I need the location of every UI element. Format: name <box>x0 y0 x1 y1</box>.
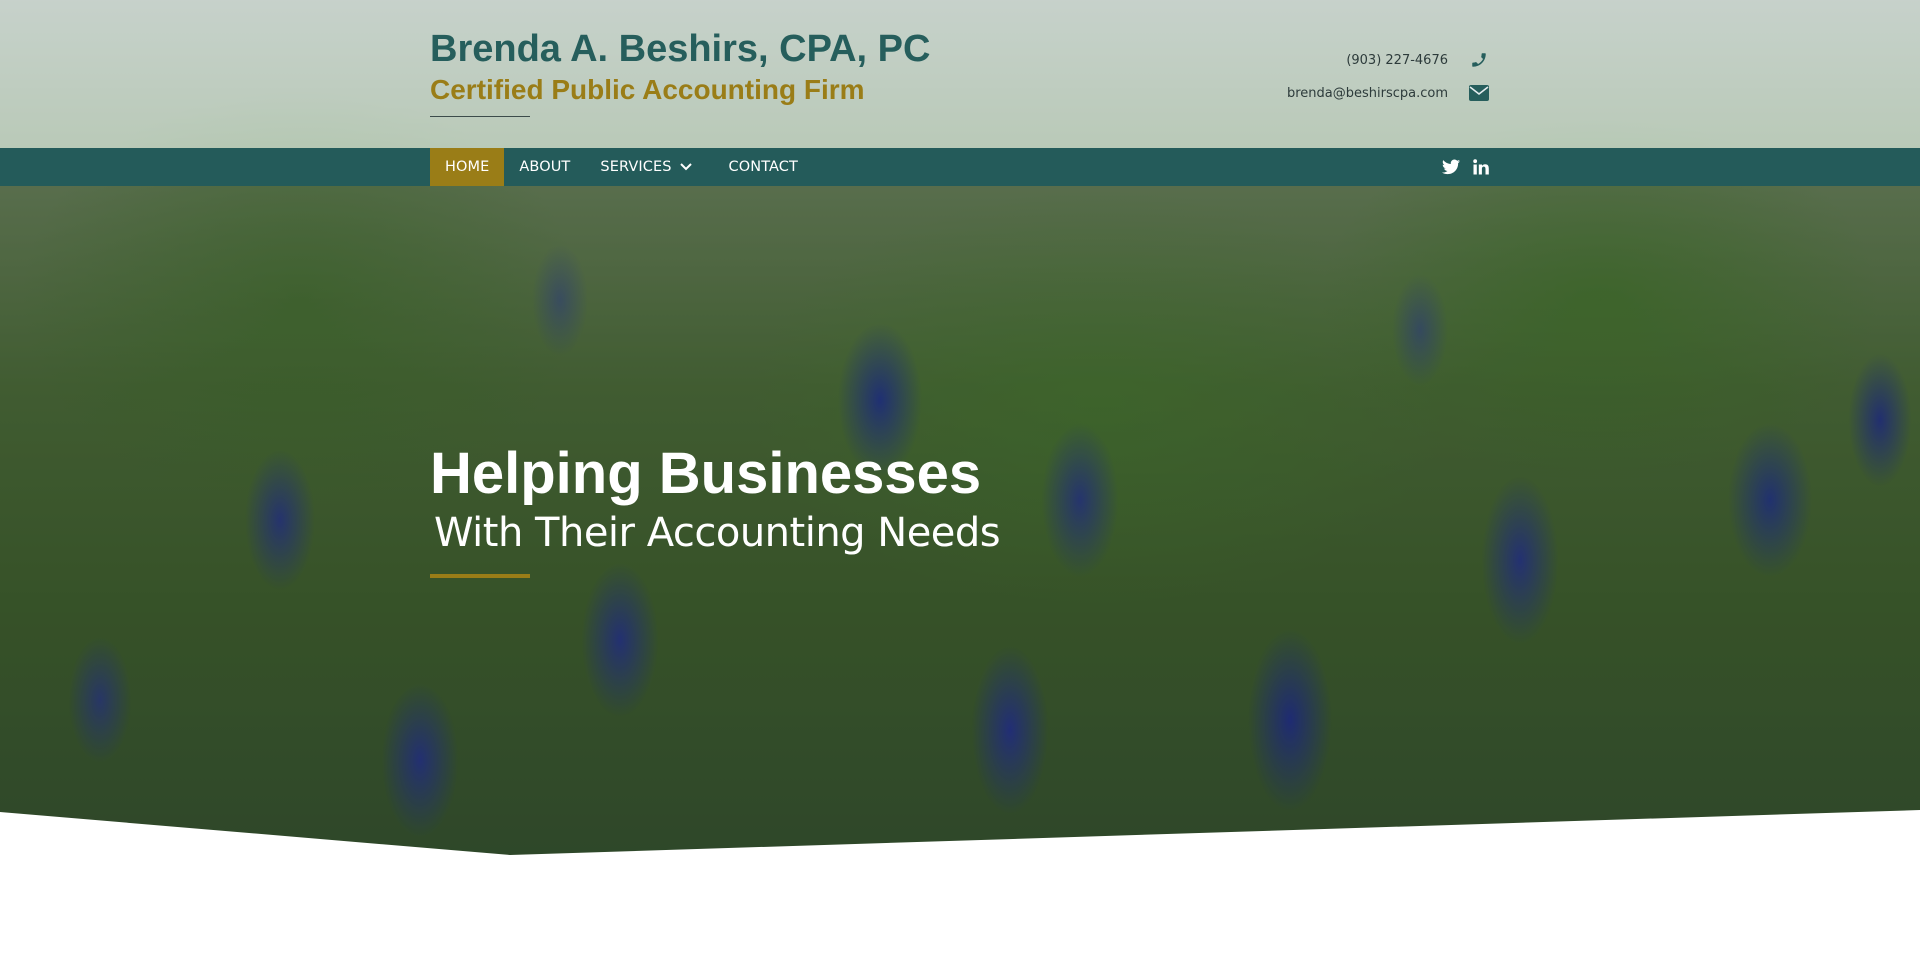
nav-item-label: HOME <box>445 159 490 175</box>
brand-tagline: Certified Public Accounting Firm <box>430 74 865 105</box>
social-links <box>1442 148 1490 186</box>
contact-phone[interactable]: (903) 227-4676 <box>1346 50 1490 70</box>
nav-item-label: CONTACT <box>728 159 798 175</box>
nav-item-label: SERVICES <box>600 159 672 175</box>
header-background <box>0 0 1920 148</box>
twitter-icon[interactable] <box>1442 158 1460 176</box>
contact-email[interactable]: brenda@beshirscpa.com <box>1287 83 1490 103</box>
envelope-icon <box>1468 83 1490 103</box>
nav-item-contact[interactable]: CONTACT <box>714 148 813 186</box>
nav-item-services[interactable]: SERVICES <box>585 148 713 186</box>
nav-item-about[interactable]: ABOUT <box>504 148 585 186</box>
nav-item-label: ABOUT <box>519 159 571 175</box>
phone-number[interactable]: (903) 227-4676 <box>1346 53 1448 68</box>
chevron-down-icon <box>679 159 692 175</box>
brand-name[interactable]: Brenda A. Beshirs, CPA, PC <box>430 28 930 71</box>
hero-title: Helping Businesses <box>430 441 982 506</box>
phone-icon <box>1468 50 1490 70</box>
section-divider-wave <box>0 810 1920 969</box>
email-address[interactable]: brenda@beshirscpa.com <box>1287 86 1448 101</box>
main-navbar: HOME ABOUT SERVICES CONTACT <box>0 148 1920 186</box>
hero-divider <box>430 574 530 578</box>
linkedin-icon[interactable] <box>1472 158 1490 176</box>
brand-divider <box>430 116 530 117</box>
hero-subtitle: With Their Accounting Needs <box>434 510 1001 556</box>
nav-menu: HOME ABOUT SERVICES CONTACT <box>430 148 813 186</box>
nav-item-home[interactable]: HOME <box>430 148 505 186</box>
